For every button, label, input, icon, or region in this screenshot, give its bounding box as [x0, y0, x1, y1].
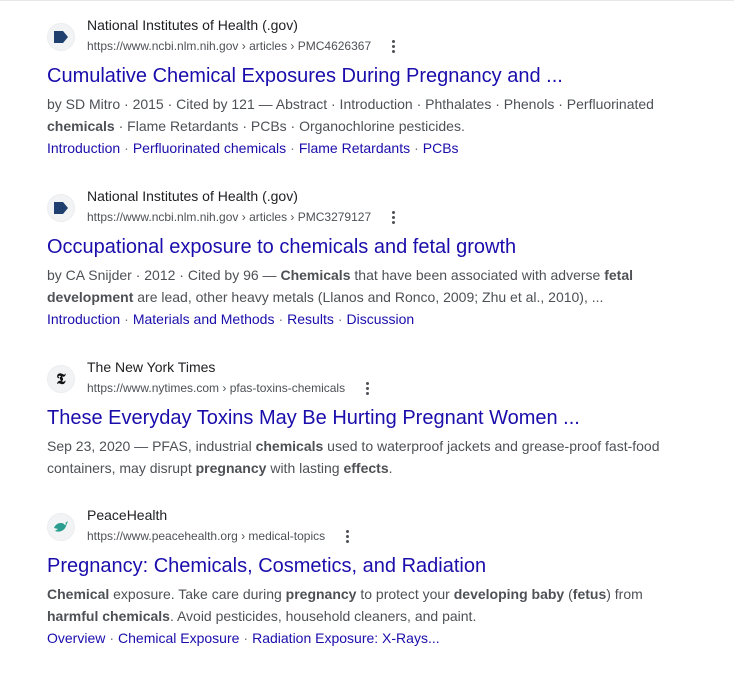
source-url-row: https://www.ncbi.nlm.nih.gov › articles … — [87, 209, 401, 225]
result-snippet: Sep 23, 2020 — PFAS, industrial chemical… — [47, 438, 660, 476]
search-result: PeaceHealth https://www.peacehealth.org … — [47, 507, 667, 649]
sitelink-separator: · — [290, 140, 295, 156]
sitelink[interactable]: Results — [287, 311, 334, 327]
sitelink[interactable]: Radiation Exposure: X-Rays... — [252, 630, 440, 646]
search-result: National Institutes of Health (.gov) htt… — [47, 17, 667, 159]
nih-arrow-icon — [47, 23, 75, 51]
sitelinks: Overview · Chemical Exposure · Radiation Exp… — [47, 627, 667, 649]
sitelink-separator: · — [243, 630, 249, 646]
result-source[interactable]: 𝕿 The New York Times https://www.nytimes… — [47, 359, 667, 399]
nyt-t-icon: 𝕿 — [47, 365, 75, 393]
result-snippet: Chemical exposure. Take care during preg… — [47, 586, 643, 624]
sitelinks: Introduction · Materials and Methods · Resul… — [47, 308, 667, 330]
source-url-row: https://www.peacehealth.org › medical-to… — [87, 528, 355, 544]
source-url: https://www.ncbi.nlm.nih.gov › articles … — [87, 39, 372, 53]
sitelink[interactable]: Chemical Exposure — [118, 630, 239, 646]
sitelink[interactable]: Discussion — [347, 311, 415, 327]
more-options-icon[interactable] — [385, 38, 401, 54]
sitelink[interactable]: Perfluorinated chemicals — [133, 140, 286, 156]
result-source[interactable]: National Institutes of Health (.gov) htt… — [47, 188, 667, 228]
source-url: https://www.peacehealth.org › medical-to… — [87, 529, 326, 543]
sitelink-separator: · — [337, 311, 343, 327]
result-title-link[interactable]: Cumulative Chemical Exposures During Pre… — [47, 63, 667, 89]
sitelink[interactable]: Overview — [47, 630, 105, 646]
sitelink[interactable]: Introduction — [47, 140, 120, 156]
result-title-link[interactable]: Occupational exposure to chemicals and f… — [47, 234, 667, 260]
sitelink-separator: · — [124, 311, 129, 327]
source-url-row: https://www.ncbi.nlm.nih.gov › articles … — [87, 38, 401, 54]
sitelink-separator: · — [109, 630, 115, 646]
source-name: The New York Times — [87, 359, 216, 375]
source-url: https://www.nytimes.com › pfas-toxins-ch… — [87, 381, 346, 395]
more-options-icon[interactable] — [339, 528, 355, 544]
sitelink-separator: · — [278, 311, 284, 327]
peacehealth-dove-icon — [47, 513, 75, 541]
source-name: National Institutes of Health (.gov) — [87, 17, 298, 33]
sitelink-separator: · — [124, 140, 129, 156]
more-options-icon[interactable] — [385, 209, 401, 225]
result-source[interactable]: National Institutes of Health (.gov) htt… — [47, 17, 667, 57]
result-snippet: by CA Snijder · 2012 · Cited by 96 — Che… — [47, 267, 634, 305]
sitelink[interactable]: Flame Retardants — [299, 140, 410, 156]
search-result: National Institutes of Health (.gov) htt… — [47, 188, 667, 330]
result-source[interactable]: PeaceHealth https://www.peacehealth.org … — [47, 507, 667, 547]
nih-arrow-icon — [47, 194, 75, 222]
source-name: National Institutes of Health (.gov) — [87, 188, 298, 204]
source-url-row: https://www.nytimes.com › pfas-toxins-ch… — [87, 380, 375, 396]
sitelink-separator: · — [414, 140, 419, 156]
result-snippet: by SD Mitro · 2015 · Cited by 121 — Abst… — [47, 96, 654, 134]
sitelinks: Introduction · Perfluorinated chemicals · Fl… — [47, 137, 667, 159]
source-url: https://www.ncbi.nlm.nih.gov › articles … — [87, 210, 372, 224]
more-options-icon[interactable] — [359, 380, 375, 396]
result-title-link[interactable]: Pregnancy: Chemicals, Cosmetics, and Rad… — [47, 553, 667, 579]
sitelink[interactable]: Introduction — [47, 311, 120, 327]
sitelink[interactable]: PCBs — [423, 140, 459, 156]
result-title-link[interactable]: These Everyday Toxins May Be Hurting Pre… — [47, 405, 667, 431]
sitelink[interactable]: Materials and Methods — [133, 311, 275, 327]
source-name: PeaceHealth — [87, 507, 168, 523]
search-result: 𝕿 The New York Times https://www.nytimes… — [47, 359, 667, 479]
top-divider — [0, 0, 734, 1]
